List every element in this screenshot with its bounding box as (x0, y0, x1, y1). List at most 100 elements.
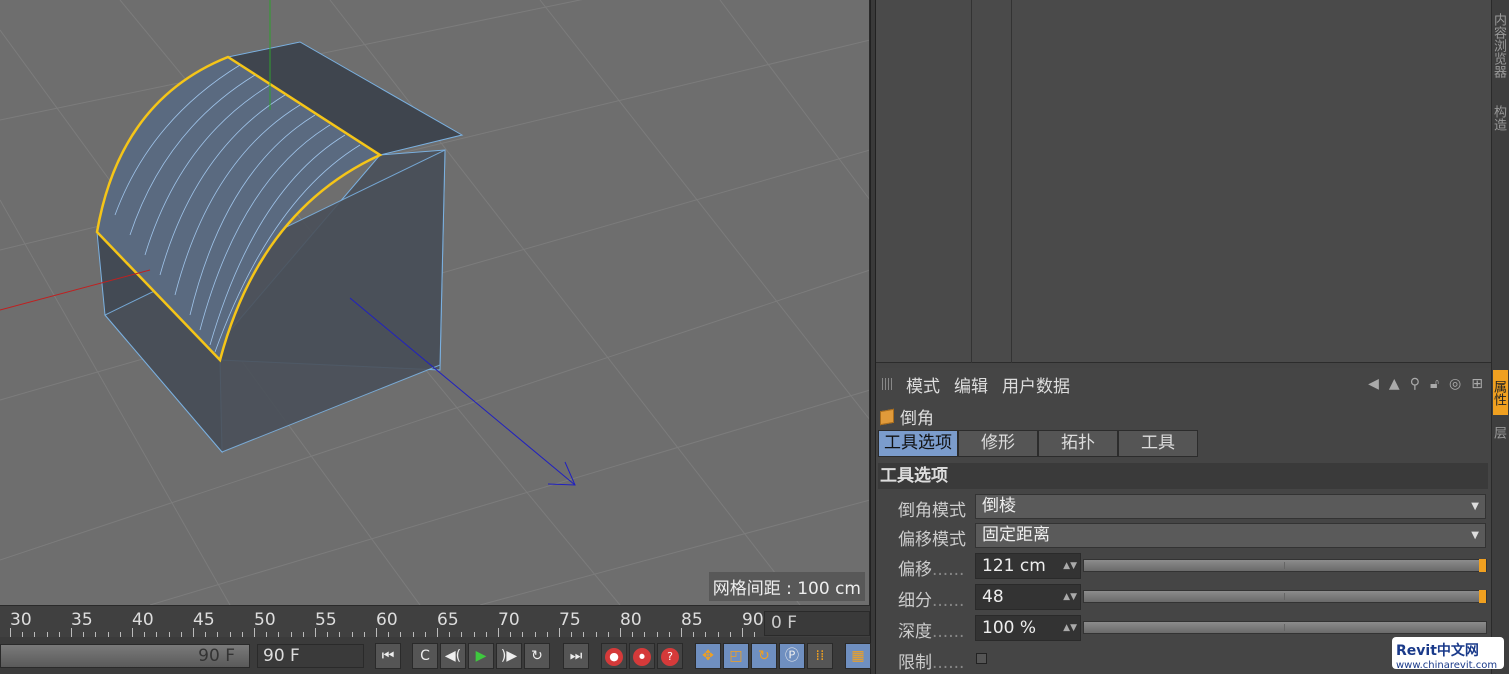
next-key-button[interactable]: ↻ (524, 643, 550, 669)
offset-mode-row: 偏移模式 固定距离 ▼ (876, 522, 1491, 550)
bevel-mode-row: 倒角模式 倒棱 ▼ (876, 493, 1491, 521)
side-tab-layers[interactable]: 层 (1491, 418, 1508, 446)
timeline-ruler[interactable]: 30 35 40 45 50 55 60 65 70 75 80 85 90 (0, 606, 764, 638)
offset-input[interactable]: 121 cm ▲▼ (975, 553, 1081, 579)
forward-arrow-icon[interactable]: ▲ (1389, 376, 1400, 392)
timeline-tick-label: 50 (254, 610, 276, 630)
side-tab-attributes[interactable]: 属性 (1491, 370, 1508, 415)
go-to-start-button[interactable]: ⏮ (375, 643, 401, 669)
new-panel-icon[interactable]: ⊞ (1471, 376, 1483, 392)
bevel-mode-label: 倒角模式 (898, 501, 966, 521)
back-arrow-icon[interactable]: ◀ (1368, 376, 1379, 392)
auto-key-icon: ⏺ (633, 648, 651, 666)
viewport-canvas[interactable] (0, 0, 870, 605)
tab-topology[interactable]: 拓扑 (1038, 430, 1118, 457)
limit-checkbox[interactable] (976, 653, 987, 664)
attribute-manager: 模式 编辑 用户数据 ◀ ▲ ⚲ 🔓︎ ◎ ⊞ 倒角 工具选项 修形 拓扑 工具 (876, 368, 1491, 674)
timeline-tick-label: 60 (376, 610, 398, 630)
offset-row: 偏移...... 121 cm ▲▼ (876, 552, 1491, 580)
tab-shaping[interactable]: 修形 (958, 430, 1038, 457)
record-rotation-button[interactable]: ↻ (751, 643, 777, 669)
subdivision-input[interactable]: 48 ▲▼ (975, 584, 1081, 610)
object-manager-column-divider (971, 0, 972, 363)
menu-edit[interactable]: 编辑 (954, 372, 988, 397)
offset-slider[interactable] (1083, 559, 1487, 572)
timeline-tick-label: 75 (559, 610, 581, 630)
timeline-tick-label: 45 (193, 610, 215, 630)
timeline-tick-label: 70 (498, 610, 520, 630)
logo-name: Revit中文网 (1396, 643, 1479, 659)
transport-bar: 90 F 90 F ⏮ C ◀( ▶ )▶ ↻ ⏭ ● ⏺ ? ✥ ◰ ↻ Ⓟ … (0, 637, 871, 674)
site-logo: Revit中文网 www.chinarevit.com (1392, 637, 1504, 671)
slider-handle[interactable] (1479, 559, 1486, 572)
depth-label: 深度...... (898, 622, 965, 642)
tool-name: 倒角 (900, 409, 934, 429)
next-frame-button[interactable]: )▶ (496, 643, 522, 669)
timeline-tick-label: 65 (437, 610, 459, 630)
timeline-tick-label: 80 (620, 610, 642, 630)
subdivision-label: 细分...... (898, 591, 965, 611)
grid-spacing-label: 网格间距 : 100 cm (708, 572, 865, 601)
auto-keying-button[interactable]: ⏺ (629, 643, 655, 669)
tab-tool-options[interactable]: 工具选项 (878, 430, 958, 457)
3d-viewport[interactable]: 网格间距 : 100 cm (0, 0, 870, 605)
timeline[interactable]: 30 35 40 45 50 55 60 65 70 75 80 85 90 0 F (0, 605, 870, 638)
frame-range-slider[interactable]: 90 F (0, 644, 250, 668)
record-position-button[interactable]: ✥ (695, 643, 721, 669)
question-icon: ? (661, 648, 679, 666)
menu-user-data[interactable]: 用户数据 (1002, 372, 1070, 397)
depth-slider[interactable] (1083, 621, 1487, 634)
logo-url: www.chinarevit.com (1396, 660, 1498, 671)
timeline-tick-label: 30 (10, 610, 32, 630)
go-to-end-button[interactable]: ⏭ (563, 643, 589, 669)
timeline-tick-label: 55 (315, 610, 337, 630)
timeline-tick-label: 85 (681, 610, 703, 630)
record-scale-button[interactable]: ◰ (723, 643, 749, 669)
record-icon: ● (605, 648, 623, 666)
offset-label: 偏移...... (898, 560, 965, 580)
current-frame-field[interactable]: 0 F (764, 611, 870, 636)
offset-mode-value: 固定距离 (982, 525, 1050, 545)
attribute-toolbar: ◀ ▲ ⚲ 🔓︎ ◎ ⊞ (1368, 376, 1483, 392)
side-tab-structure[interactable]: 构造 (1491, 95, 1508, 140)
bevel-tool-icon (880, 408, 894, 425)
attribute-tabs: 工具选项 修形 拓扑 工具 (878, 430, 1198, 457)
record-point-level-button[interactable]: ⁞⁞ (807, 643, 833, 669)
timeline-window-button[interactable]: ▦ (845, 643, 871, 669)
record-keys-button[interactable]: ● (601, 643, 627, 669)
bevel-mode-value: 倒棱 (982, 496, 1016, 516)
right-pane: 模式 编辑 用户数据 ◀ ▲ ⚲ 🔓︎ ◎ ⊞ 倒角 工具选项 修形 拓扑 工具 (876, 0, 1509, 674)
menu-mode[interactable]: 模式 (906, 372, 940, 397)
lock-icon[interactable]: 🔓︎ (1430, 376, 1439, 392)
side-tab-content-browser[interactable]: 内容浏览器 (1491, 0, 1508, 90)
previous-frame-button[interactable]: ◀( (440, 643, 466, 669)
object-manager[interactable] (876, 0, 1491, 363)
record-parameter-button[interactable]: Ⓟ (779, 643, 805, 669)
timeline-tick-label: 35 (71, 610, 93, 630)
end-frame-field[interactable]: 90 F (257, 644, 364, 668)
bevel-mode-dropdown[interactable]: 倒棱 ▼ (975, 494, 1486, 519)
object-manager-column-divider (1011, 0, 1012, 363)
tool-title: 倒角 (880, 404, 934, 429)
slider-handle[interactable] (1479, 590, 1486, 603)
timeline-tick-label: 40 (132, 610, 154, 630)
side-tab-strip: 内容浏览器 构造 属性 层 (1491, 0, 1509, 674)
subdivision-slider[interactable] (1083, 590, 1487, 603)
axis-z (349, 297, 576, 486)
previous-key-button[interactable]: C (412, 643, 438, 669)
dropdown-arrow-icon: ▼ (1471, 501, 1479, 512)
play-button[interactable]: ▶ (468, 643, 494, 669)
grip-icon[interactable] (882, 378, 892, 390)
dropdown-arrow-icon: ▼ (1471, 530, 1479, 541)
depth-input[interactable]: 100 % ▲▼ (975, 615, 1081, 641)
timeline-tick-label: 90 (742, 610, 764, 630)
search-icon[interactable]: ⚲ (1410, 376, 1420, 392)
section-title: 工具选项 (878, 463, 1488, 489)
target-icon[interactable]: ◎ (1449, 376, 1461, 392)
keyframe-selection-button[interactable]: ? (657, 643, 683, 669)
offset-mode-dropdown[interactable]: 固定距离 ▼ (975, 523, 1486, 548)
limit-label: 限制...... (898, 653, 965, 673)
offset-mode-label: 偏移模式 (898, 530, 966, 550)
subdivision-row: 细分...... 48 ▲▼ (876, 583, 1491, 611)
tab-tool[interactable]: 工具 (1118, 430, 1198, 457)
